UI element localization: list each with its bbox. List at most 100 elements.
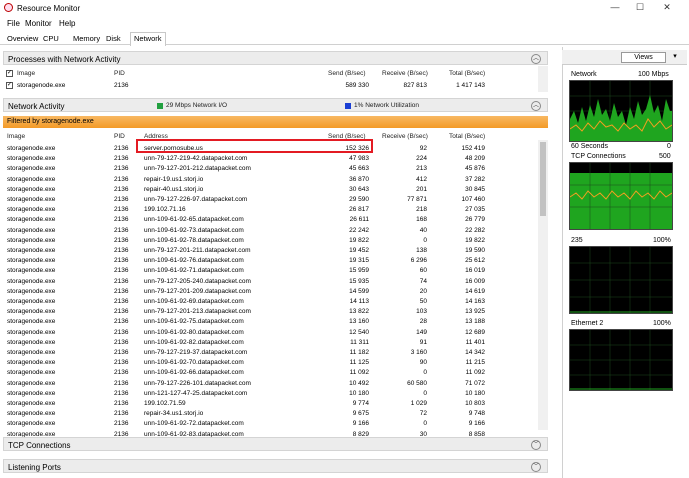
row-address: unn-79-127-219-42.datapacket.com: [144, 155, 248, 163]
row-address: unn-109-61-92-66.datapacket.com: [144, 369, 244, 377]
tab-cpu[interactable]: CPU: [40, 33, 62, 45]
select-all-checkbox[interactable]: ✓: [6, 70, 13, 77]
row-total: 19 590: [465, 247, 485, 254]
table-row[interactable]: storagenode.exe 2136 unn-109-61-92-70.data…: [3, 358, 537, 368]
row-pid: 2136: [114, 338, 129, 346]
table-row[interactable]: storagenode.exe 2136 unn-109-61-92-72.data…: [3, 419, 537, 429]
minimize-button[interactable]: —: [604, 1, 626, 14]
row-send: 12 540: [349, 328, 369, 336]
row-total: 48 209: [465, 155, 485, 163]
graph-scale-network: 100 Mbps: [638, 71, 669, 78]
row-send: 47 983: [349, 155, 369, 163]
table-row[interactable]: storagenode.exe 2136 unn-109-61-92-73.data…: [3, 226, 537, 236]
table-row[interactable]: storagenode.exe 2136 unn-109-61-92-65.data…: [3, 215, 537, 225]
table-row[interactable]: storagenode.exe 2136 unn-109-61-92-76.data…: [3, 256, 537, 266]
table-row[interactable]: storagenode.exe 2136 unn-109-61-92-80.data…: [3, 328, 537, 338]
table-row[interactable]: storagenode.exe 2136 repair-19.us1.storj.i…: [3, 175, 537, 185]
row-total: 11 215: [465, 359, 485, 367]
table-row[interactable]: storagenode.exe 2136 unn-79-127-201-209.da…: [3, 287, 537, 297]
table-row[interactable]: storagenode.exe 2136 199.102.71.16 26 817 21…: [3, 205, 537, 215]
row-send: 26 611: [349, 216, 369, 224]
processes-scrollbar[interactable]: [538, 66, 548, 92]
row-total: 19 822: [465, 236, 485, 244]
processes-section-header[interactable]: Processes with Network Activity ︿: [3, 51, 548, 65]
network-activity-header[interactable]: Network Activity ︿: [3, 98, 548, 112]
row-send: 11 182: [349, 349, 369, 356]
row-total: 26 779: [465, 216, 485, 224]
col-send[interactable]: Send (B/sec): [328, 70, 366, 77]
table-row[interactable]: storagenode.exe 2136 repair-40.us1.storj.i…: [3, 185, 537, 195]
table-row[interactable]: storagenode.exe 2136 unn-109-61-92-66.data…: [3, 368, 537, 378]
table-row[interactable]: storagenode.exe 2136 589 330 827 813 1 4…: [3, 81, 537, 91]
row-address: unn-109-61-92-69.datapacket.com: [144, 298, 244, 305]
col-image[interactable]: Image: [17, 70, 35, 77]
tcp-connections-header[interactable]: TCP Connections ﹀: [3, 437, 548, 451]
table-row[interactable]: storagenode.exe 2136 unn-109-61-92-69.data…: [3, 297, 537, 307]
table-row[interactable]: storagenode.exe 2136 unn-109-61-92-75.data…: [3, 317, 537, 327]
tab-network[interactable]: Network: [130, 32, 166, 46]
table-row[interactable]: storagenode.exe 2136 unn-79-127-219-37.dat…: [3, 348, 537, 358]
graph-title-network: Network: [571, 71, 597, 78]
table-row[interactable]: storagenode.exe 2136 unn-79-127-219-42.dat…: [3, 154, 537, 164]
table-row[interactable]: storagenode.exe 2136 199.102.71.59 9 774 1 0…: [3, 399, 537, 409]
col-pid[interactable]: PID: [114, 70, 125, 77]
row-receive: 3 160: [410, 349, 427, 356]
table-row[interactable]: storagenode.exe 2136 repair-34.us1.storj.i…: [3, 409, 537, 419]
col-total[interactable]: Total (B/sec): [449, 133, 485, 140]
menu-monitor[interactable]: Monitor: [25, 19, 52, 28]
listening-ports-header[interactable]: Listening Ports ﹀: [3, 459, 548, 473]
row-receive: 72: [419, 410, 427, 418]
scrollbar-thumb[interactable]: [540, 142, 546, 216]
row-image: storagenode.exe: [7, 155, 56, 163]
row-receive: 91: [419, 338, 427, 346]
row-receive: 1 029: [410, 400, 427, 407]
network-scrollbar[interactable]: [538, 140, 548, 430]
row-receive: 60: [419, 267, 427, 275]
table-row[interactable]: storagenode.exe 2136 unn-79-127-201-213.da…: [3, 307, 537, 317]
views-button[interactable]: Views: [621, 52, 666, 63]
table-row[interactable]: storagenode.exe 2136 unn-121-127-47-25.dat…: [3, 389, 537, 399]
expand-chevron-icon[interactable]: ﹀: [531, 440, 541, 450]
menu-file[interactable]: File: [7, 19, 20, 28]
table-row[interactable]: storagenode.exe 2136 unn-79-127-201-211.da…: [3, 246, 537, 256]
table-row[interactable]: storagenode.exe 2136 unn-79-127-226-101.da…: [3, 379, 537, 389]
table-row[interactable]: storagenode.exe 2136 unn-79-127-205-240.da…: [3, 277, 537, 287]
row-total: 22 282: [465, 226, 485, 234]
row-receive: 40: [419, 226, 427, 234]
table-row[interactable]: storagenode.exe 2136 unn-109-61-92-82.data…: [3, 338, 537, 348]
views-dropdown-icon[interactable]: ▾: [670, 52, 680, 63]
row-pid: 2136: [114, 226, 129, 234]
table-row[interactable]: storagenode.exe 2136 unn-79-127-201-212.da…: [3, 164, 537, 174]
row-image: storagenode.exe: [7, 328, 56, 336]
col-image[interactable]: Image: [7, 133, 25, 140]
col-receive[interactable]: Receive (B/sec): [382, 70, 428, 77]
network-activity-title: Network Activity: [8, 102, 65, 111]
row-pid: 2136: [114, 155, 129, 163]
row-send: 13 822: [349, 308, 369, 316]
col-pid[interactable]: PID: [114, 133, 125, 140]
menu-help[interactable]: Help: [59, 19, 75, 28]
close-button[interactable]: ✕: [656, 1, 678, 14]
col-receive[interactable]: Receive (B/sec): [382, 133, 428, 140]
row-send: 26 817: [349, 206, 369, 214]
row-pid: 2136: [114, 420, 129, 428]
graph-title-ethernet: Ethernet 2: [571, 320, 604, 327]
col-total[interactable]: Total (B/sec): [449, 70, 485, 77]
menu-bar: File Monitor Help: [0, 17, 689, 29]
process-send: 589 330: [345, 82, 370, 89]
tab-memory[interactable]: Memory: [70, 33, 103, 45]
graph-time-range: 60 Seconds: [571, 143, 608, 150]
tab-disk[interactable]: Disk: [103, 33, 124, 45]
row-pid: 2136: [114, 389, 129, 397]
row-pid: 2136: [114, 359, 129, 367]
tab-overview[interactable]: Overview: [4, 33, 41, 45]
table-row[interactable]: storagenode.exe 2136 unn-109-61-92-71.data…: [3, 266, 537, 276]
expand-chevron-icon[interactable]: ﹀: [531, 462, 541, 472]
table-row[interactable]: storagenode.exe 2136 unn-79-127-226-97.dat…: [3, 195, 537, 205]
table-row[interactable]: storagenode.exe 2136 unn-109-61-92-78.data…: [3, 236, 537, 246]
row-send: 13 160: [349, 318, 369, 326]
collapse-chevron-icon[interactable]: ︿: [531, 54, 541, 64]
collapse-chevron-icon[interactable]: ︿: [531, 101, 541, 111]
row-total: 14 619: [465, 287, 485, 295]
maximize-button[interactable]: ☐: [629, 1, 651, 14]
